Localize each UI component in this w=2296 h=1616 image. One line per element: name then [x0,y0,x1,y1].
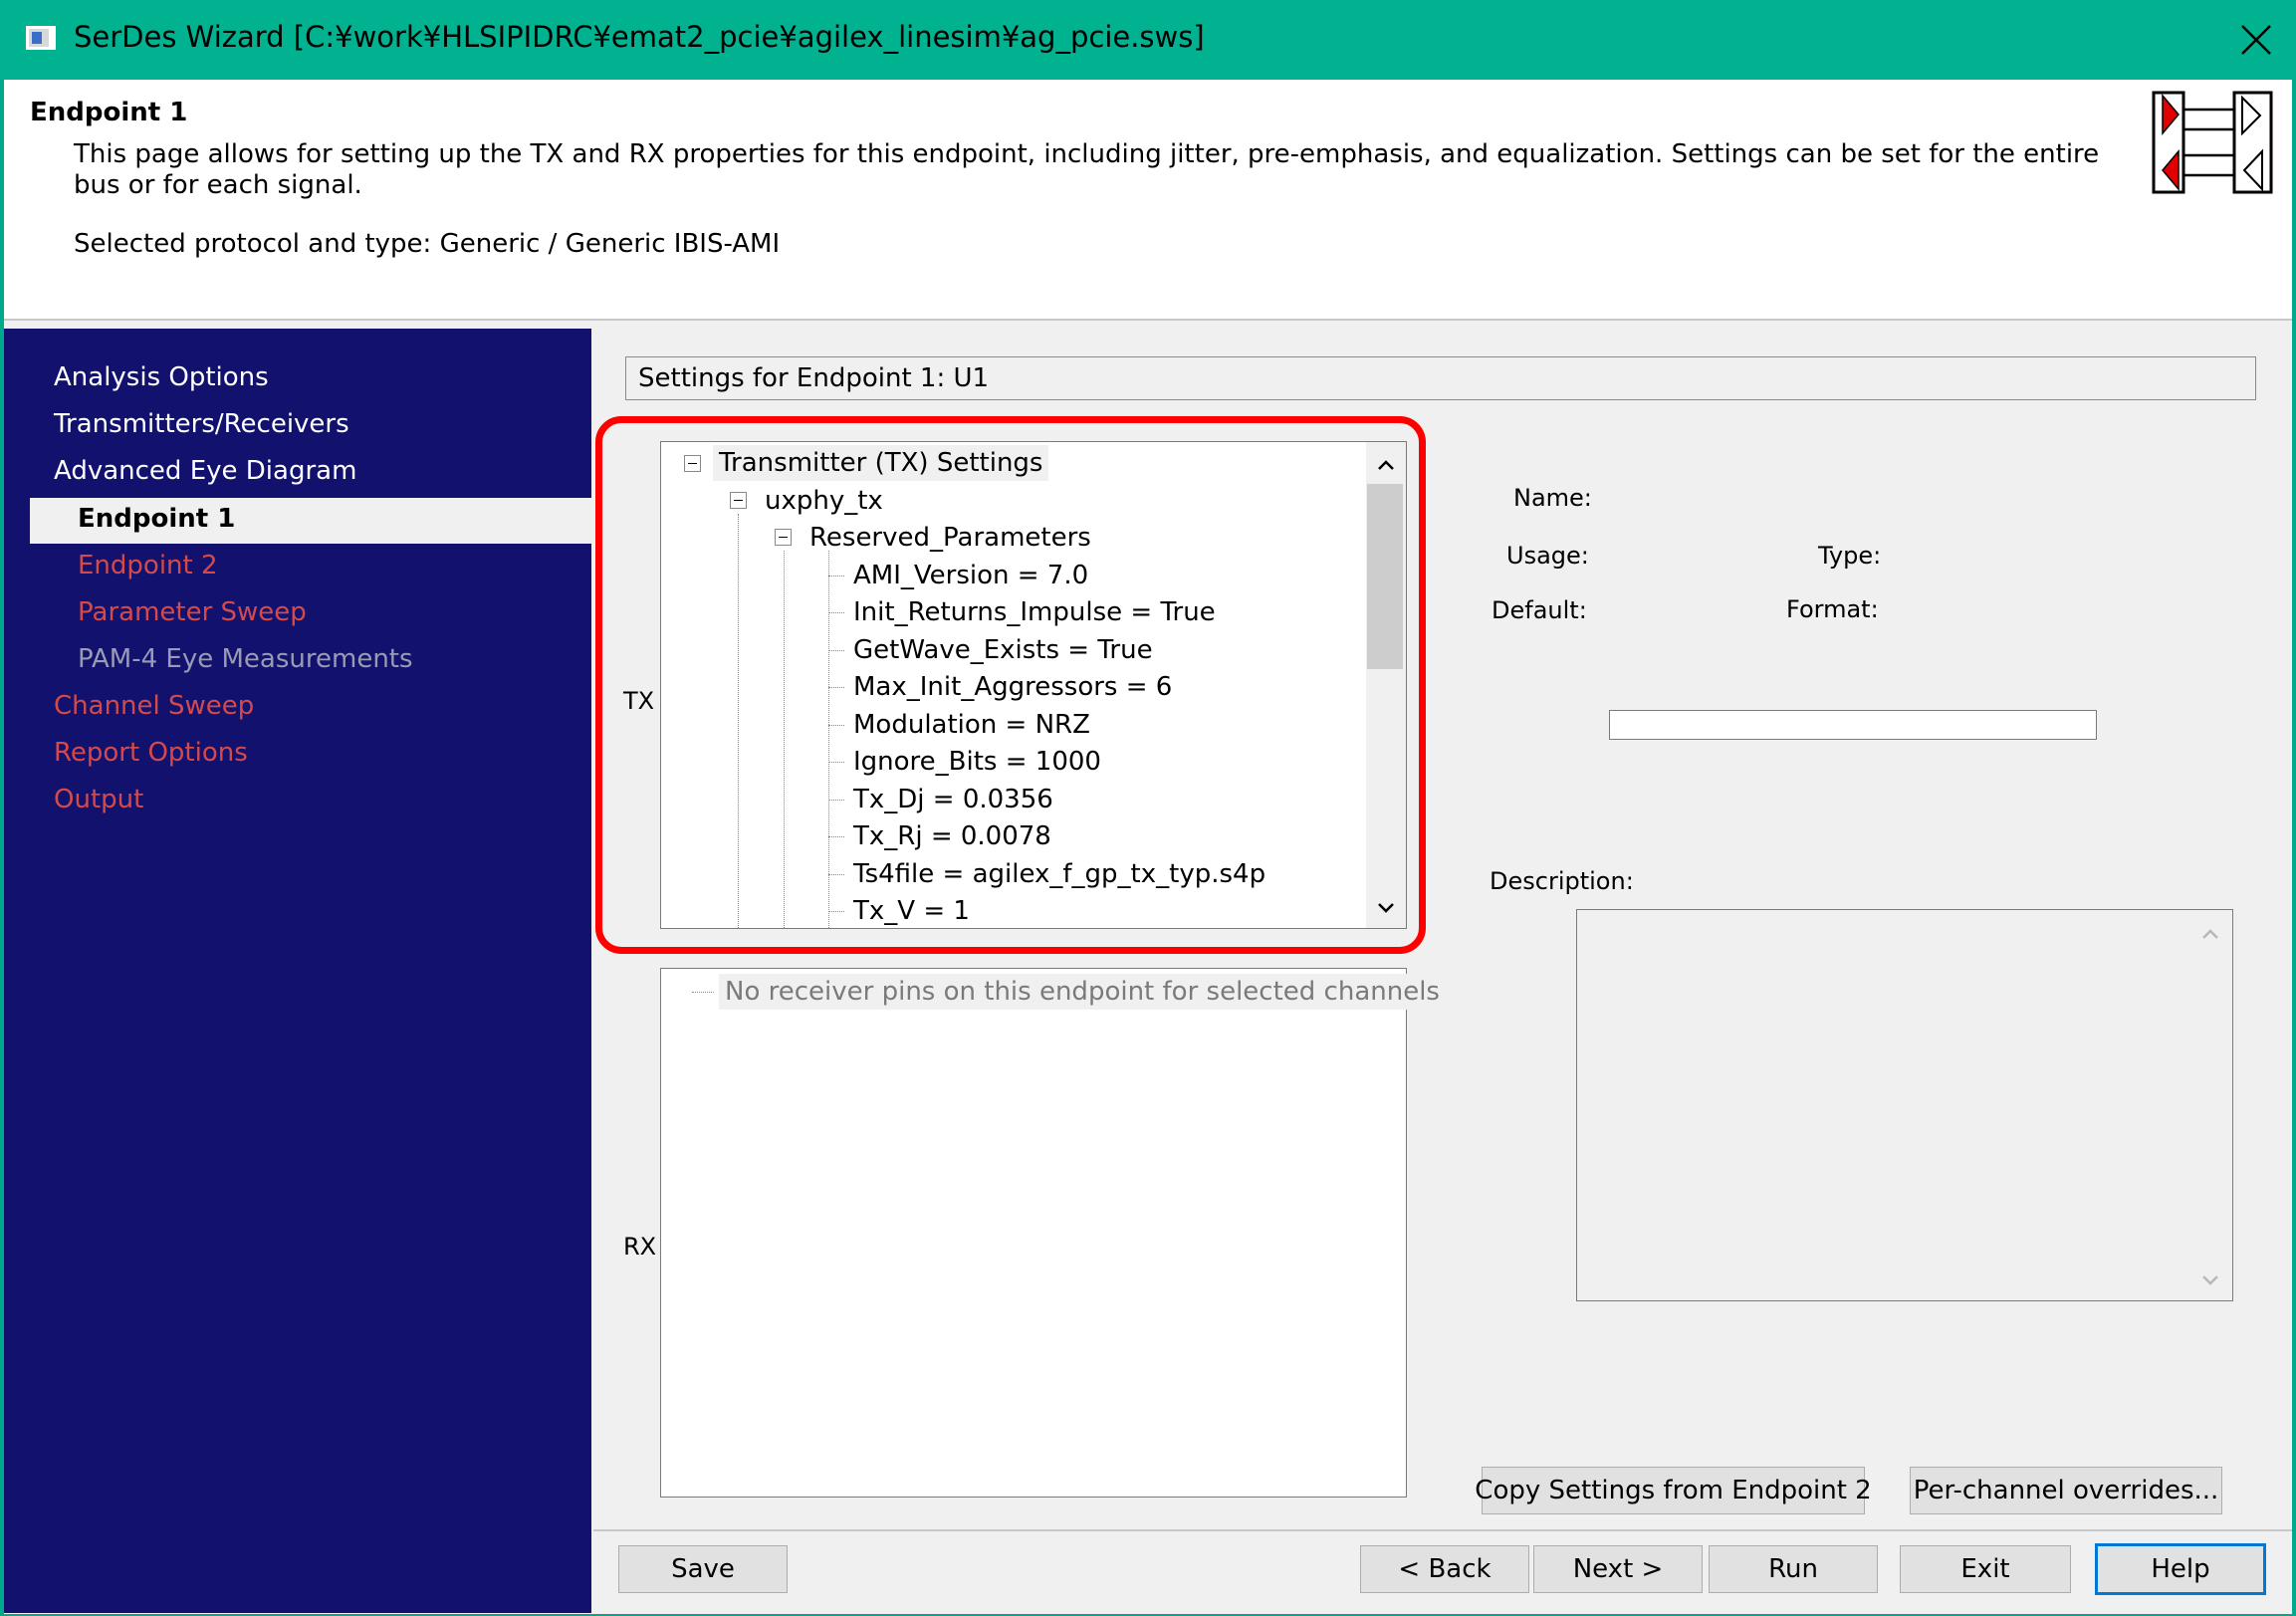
tree-guide-line [784,551,785,928]
rx-settings-tree[interactable] [660,968,1407,1498]
back-button[interactable]: < Back [1360,1545,1529,1593]
description-box [1576,909,2233,1301]
page-description: This page allows for setting up the TX a… [74,139,2100,200]
tree-param[interactable]: GetWave_Exists = True [853,632,1153,668]
scroll-down-arrow-icon[interactable] [1366,888,1406,928]
tree-param[interactable]: Modulation = NRZ [853,707,1090,743]
run-button[interactable]: Run [1709,1545,1878,1593]
tree-node-reserved-parameters[interactable]: Reserved_Parameters [809,520,1091,556]
serdes-logo-icon [2152,91,2273,194]
collapse-toggle-icon[interactable] [775,529,792,546]
divider [593,1529,2292,1531]
help-button[interactable]: Help [2095,1543,2266,1595]
tree-guide-line [828,551,829,928]
type-label: Type: [1818,542,1882,570]
page-title: Endpoint 1 [30,98,188,127]
rx-label: RX [623,1233,657,1261]
per-channel-overrides-button[interactable]: Per-channel overrides... [1910,1467,2222,1514]
sidebar-item-transmitters-receivers[interactable]: Transmitters/Receivers [54,409,349,439]
exit-button[interactable]: Exit [1900,1545,2071,1593]
desc-scroll-down-icon[interactable] [2190,1261,2230,1300]
tree-param[interactable]: Max_Init_Aggressors = 6 [853,669,1172,705]
settings-title: Settings for Endpoint 1: U1 [638,363,990,393]
app-icon [26,26,56,50]
sidebar-item-report-options[interactable]: Report Options [54,738,248,768]
tree-node-model[interactable]: uxphy_tx [765,483,883,519]
tree-param[interactable]: Init_Returns_Impulse = True [853,594,1216,630]
collapse-toggle-icon[interactable] [684,455,701,472]
usage-label: Usage: [1506,542,1589,570]
sidebar-item-channel-sweep[interactable]: Channel Sweep [54,691,254,721]
sidebar-item-endpoint-2[interactable]: Endpoint 2 [78,551,218,580]
tree-guide-line [738,514,739,928]
name-label: Name: [1513,484,1592,512]
tree-param[interactable]: AMI_Version = 7.0 [853,558,1088,593]
tx-label: TX [623,687,655,715]
tree-param[interactable]: Ts4file = agilex_f_gp_tx_typ.s4p [853,856,1265,892]
close-button[interactable] [2216,0,2296,80]
close-icon [2241,25,2271,55]
scroll-up-arrow-icon[interactable] [1366,445,1406,485]
tree-param[interactable]: Tx_V = 1 [853,893,970,927]
save-button[interactable]: Save [618,1545,788,1593]
rx-empty-message: No receiver pins on this endpoint for se… [719,974,1446,1010]
next-button[interactable]: Next > [1533,1545,1703,1593]
description-label: Description: [1490,867,1634,895]
format-label: Format: [1786,595,1879,623]
tree-param[interactable]: Tx_Rj = 0.0078 [853,818,1051,854]
tree-param[interactable]: Tx_Dj = 0.0356 [853,782,1053,817]
window-title: SerDes Wizard [C:¥work¥HLSIPIDRC¥emat2_p… [74,20,1205,54]
sidebar-item-parameter-sweep[interactable]: Parameter Sweep [78,597,307,627]
value-field[interactable] [1609,710,2097,740]
sidebar-item-analysis-options[interactable]: Analysis Options [54,362,269,392]
copy-settings-button[interactable]: Copy Settings from Endpoint 2 [1475,1467,1872,1514]
tree-param[interactable]: Ignore_Bits = 1000 [853,744,1101,780]
tree-node-tx-root[interactable]: Transmitter (TX) Settings [713,445,1049,481]
sidebar-item-endpoint-1[interactable]: Endpoint 1 [78,504,235,534]
sidebar-item-pam4-eye-measurements[interactable]: PAM-4 Eye Measurements [78,644,413,674]
desc-scroll-up-icon[interactable] [2190,914,2230,954]
sidebar-item-output[interactable]: Output [54,785,143,814]
sidebar-item-advanced-eye-diagram[interactable]: Advanced Eye Diagram [54,456,356,486]
protocol-text: Selected protocol and type: Generic / Ge… [74,229,781,259]
collapse-toggle-icon[interactable] [730,492,747,509]
tx-tree-scroll-thumb[interactable] [1367,484,1403,669]
default-label: Default: [1492,596,1587,624]
